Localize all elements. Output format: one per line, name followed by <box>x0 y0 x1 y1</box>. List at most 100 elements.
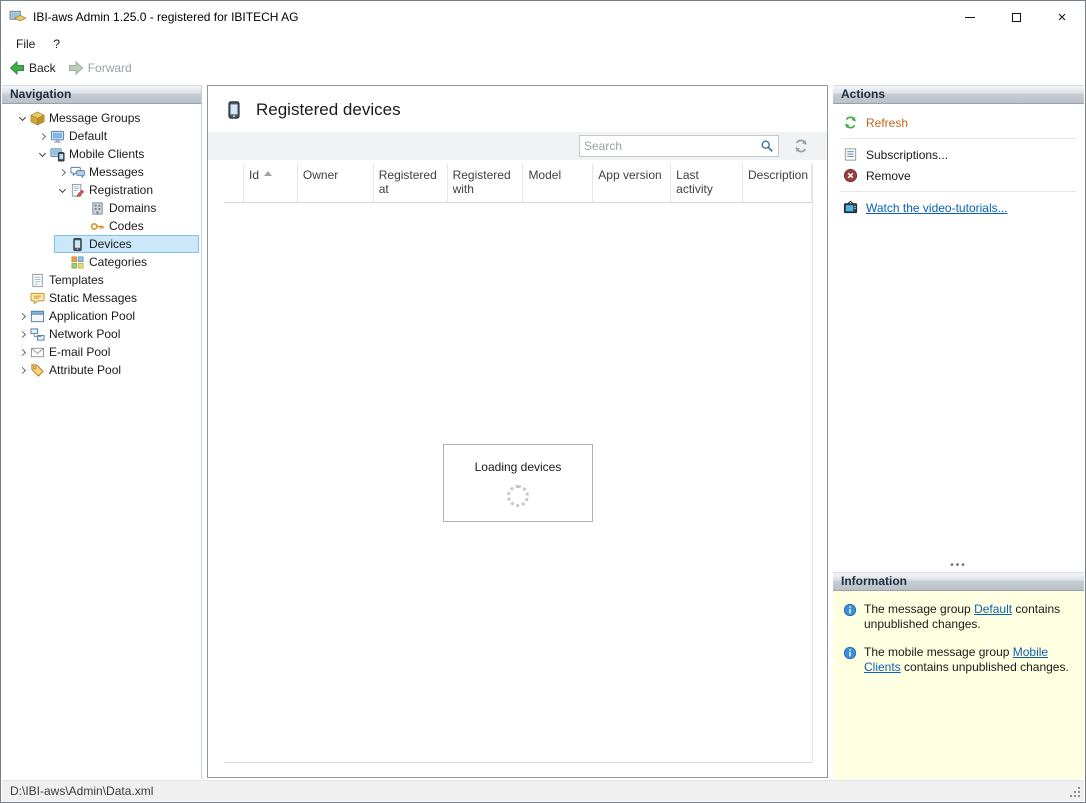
tree-item-content[interactable]: Categories <box>54 253 199 271</box>
column-header-owner[interactable]: Owner <box>298 164 374 202</box>
tree-item-templates[interactable]: Templates <box>2 271 201 289</box>
tree-item-content[interactable]: Domains <box>74 199 199 217</box>
status-bar: D:\IBI-aws\Admin\Data.xml <box>2 780 1084 801</box>
separator <box>841 138 1076 139</box>
action-subscriptions[interactable]: Subscriptions... <box>833 144 1084 165</box>
chevron-right-icon[interactable] <box>35 129 50 144</box>
tree-item-label: Domains <box>109 201 157 215</box>
column-header-id[interactable]: Id <box>244 164 298 202</box>
tree-item-categories[interactable]: Categories <box>2 253 201 271</box>
expander-placeholder <box>55 237 70 252</box>
tree-item-default[interactable]: Default <box>2 127 201 145</box>
tree-item-label: Devices <box>89 237 132 251</box>
panel-splitter[interactable]: ••• <box>833 560 1084 572</box>
chevron-right-icon[interactable] <box>15 345 30 360</box>
action-label: Watch the video-tutorials... <box>866 200 1008 215</box>
tree-item-content[interactable]: Default <box>34 127 199 145</box>
column-header-last-activity[interactable]: Last activity <box>671 164 743 202</box>
tree-item-message-groups[interactable]: Message Groups <box>2 109 201 127</box>
column-header-label: Id <box>248 168 259 182</box>
column-header-app-version[interactable]: App version <box>593 164 672 202</box>
tree-item-content[interactable]: E-mail Pool <box>14 343 199 361</box>
tree-item-devices[interactable]: Devices <box>2 235 201 253</box>
column-header-label: Owner <box>302 168 339 182</box>
tree-item-content[interactable]: Registration <box>54 181 199 199</box>
resize-grip[interactable] <box>1068 785 1081 798</box>
domains-icon <box>90 201 105 216</box>
chevron-right-icon[interactable] <box>55 165 70 180</box>
right-panel: Actions Refresh Subscriptions... Remove … <box>833 85 1084 779</box>
column-header-blank <box>224 164 244 202</box>
column-header-registered-with[interactable]: Registered with <box>448 164 524 202</box>
chevron-down-icon[interactable] <box>35 147 50 162</box>
search-box <box>579 135 779 157</box>
tree-item-content[interactable]: Mobile Clients <box>34 145 199 163</box>
tree-item-attribute-pool[interactable]: Attribute Pool <box>2 361 201 379</box>
action-remove[interactable]: Remove <box>833 165 1084 186</box>
default-icon <box>50 129 65 144</box>
tree-item-content[interactable]: Message Groups <box>14 109 199 127</box>
tree-item-registration[interactable]: Registration <box>2 181 201 199</box>
templates-icon <box>30 273 45 288</box>
loading-text: Loading devices <box>474 459 562 474</box>
info-icon <box>843 603 857 617</box>
tree-item-codes[interactable]: Codes <box>2 217 201 235</box>
info-note-text: The message group Default contains unpub… <box>864 602 1061 631</box>
column-header-description[interactable]: Description <box>743 164 812 202</box>
column-header-model[interactable]: Model <box>523 164 594 202</box>
chevron-right-icon[interactable] <box>15 309 30 324</box>
page-title-row: Registered devices <box>208 86 827 130</box>
tree-item-label: Mobile Clients <box>69 147 145 161</box>
tv-icon <box>843 200 858 215</box>
tree-item-content[interactable]: Devices <box>54 235 199 253</box>
tree-item-content[interactable]: Codes <box>74 217 199 235</box>
info-note: The mobile message group Mobile Clients … <box>843 645 1074 675</box>
tree-item-content[interactable]: Network Pool <box>14 325 199 343</box>
chevron-right-icon[interactable] <box>15 363 30 378</box>
column-header-label: Last activity <box>676 168 713 196</box>
tree-item-label: Messages <box>89 165 144 179</box>
tree-item-content[interactable]: Templates <box>14 271 199 289</box>
tree-item-content[interactable]: Static Messages <box>14 289 199 307</box>
chevron-right-icon[interactable] <box>15 327 30 342</box>
static-messages-icon <box>30 291 45 306</box>
tree-item-content[interactable]: Attribute Pool <box>14 361 199 379</box>
registration-icon <box>70 183 85 198</box>
column-header-label: Model <box>528 168 562 182</box>
tree-item-content[interactable]: Application Pool <box>14 307 199 325</box>
action-watch-the-video-tutorials[interactable]: Watch the video-tutorials... <box>833 197 1084 218</box>
tree-item-label: Attribute Pool <box>49 363 122 377</box>
tree-item-content[interactable]: Messages <box>54 163 199 181</box>
chevron-down-icon[interactable] <box>15 111 30 126</box>
action-refresh[interactable]: Refresh <box>833 112 1084 133</box>
table-header-row: Id Owner Registered at Registered with M… <box>224 164 812 203</box>
navigation-panel: Navigation Message Groups Default Mobile… <box>2 85 202 779</box>
tree-item-static-messages[interactable]: Static Messages <box>2 289 201 307</box>
expander-placeholder <box>55 255 70 270</box>
tree-item-network-pool[interactable]: Network Pool <box>2 325 201 343</box>
splitter-dots-icon: ••• <box>950 560 967 571</box>
tree-item-e-mail-pool[interactable]: E-mail Pool <box>2 343 201 361</box>
refresh-list-icon[interactable] <box>793 138 809 154</box>
devices-page-icon <box>224 97 244 123</box>
status-path: D:\IBI-aws\Admin\Data.xml <box>10 784 154 798</box>
info-note-link[interactable]: Default <box>974 602 1012 616</box>
tree-item-mobile-clients[interactable]: Mobile Clients <box>2 145 201 163</box>
search-input[interactable] <box>584 139 760 153</box>
tree-item-domains[interactable]: Domains <box>2 199 201 217</box>
search-icon[interactable] <box>760 139 774 153</box>
tree-item-messages[interactable]: Messages <box>2 163 201 181</box>
chevron-down-icon[interactable] <box>55 183 70 198</box>
loading-box: Loading devices <box>443 443 593 522</box>
column-header-registered-at[interactable]: Registered at <box>374 164 448 202</box>
tree-item-application-pool[interactable]: Application Pool <box>2 307 201 325</box>
